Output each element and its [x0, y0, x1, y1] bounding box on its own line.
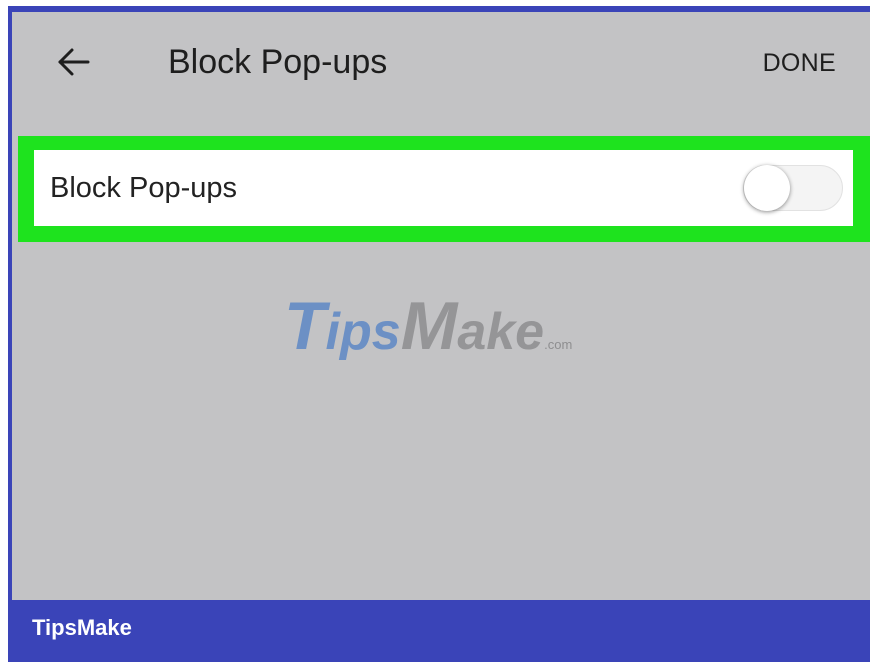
- page-title: Block Pop-ups: [168, 43, 388, 81]
- block-popups-setting-row[interactable]: Block Pop-ups: [34, 150, 853, 226]
- watermark-com: .com: [544, 337, 573, 352]
- done-button[interactable]: DONE: [763, 48, 836, 78]
- watermark-ips: ips: [325, 303, 401, 361]
- setting-label: Block Pop-ups: [50, 172, 237, 204]
- toggle-knob: [744, 165, 790, 211]
- highlight-box: Block Pop-ups: [18, 136, 870, 242]
- phone-screen: Block Pop-ups DONE Block Pop-ups TipsMak…: [12, 12, 870, 600]
- block-popups-toggle[interactable]: [743, 165, 843, 211]
- app-bar: Block Pop-ups DONE: [12, 12, 870, 118]
- watermark-ake: ake: [457, 303, 545, 361]
- footer-brand: TipsMake: [32, 615, 132, 640]
- watermark-m: M: [400, 288, 458, 364]
- watermark-t: T: [284, 288, 326, 364]
- watermark-logo: TipsMake.com: [284, 292, 572, 360]
- arrow-left-icon[interactable]: [54, 42, 94, 82]
